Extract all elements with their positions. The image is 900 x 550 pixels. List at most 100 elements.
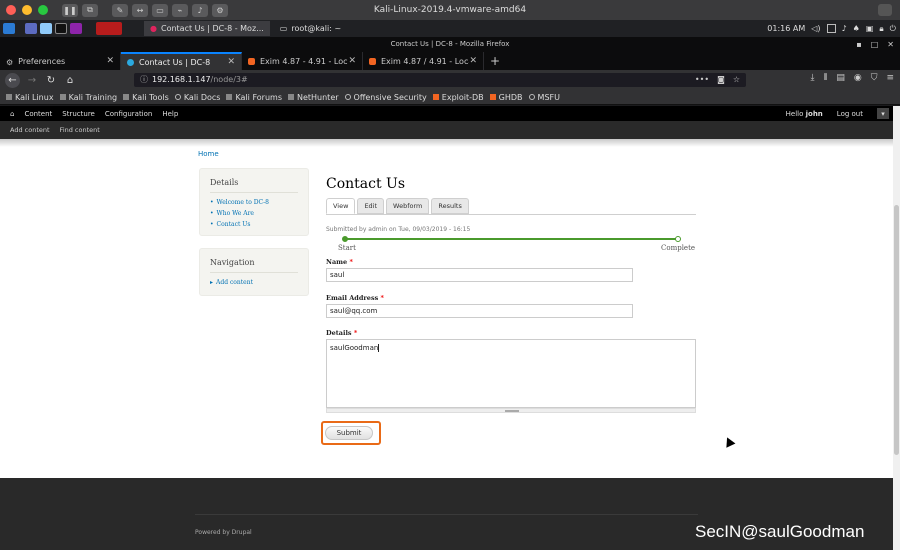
bookmark-exploit-db[interactable]: Exploit-DB bbox=[432, 93, 484, 102]
bookmark-star-icon[interactable]: ☆ bbox=[733, 73, 740, 87]
link-welcome[interactable]: • Welcome to DC-8 bbox=[210, 199, 308, 206]
forward-icon[interactable]: → bbox=[25, 73, 39, 87]
breadcrumb-home[interactable]: Home bbox=[198, 150, 219, 158]
tab-results[interactable]: Results bbox=[431, 198, 469, 214]
bookmark-kali-tools[interactable]: Kali Tools bbox=[123, 93, 169, 102]
bookmark-ghdb[interactable]: GHDB bbox=[489, 93, 523, 102]
home-icon[interactable]: ⌂ bbox=[10, 110, 14, 118]
pause-icon[interactable]: ❚❚ bbox=[62, 3, 78, 17]
close-icon[interactable]: ✕ bbox=[887, 37, 894, 52]
toolbar-help[interactable]: Help bbox=[162, 110, 178, 118]
globe-icon bbox=[528, 94, 535, 100]
details-textarea[interactable]: saulGoodman bbox=[326, 339, 696, 408]
minimize-window-button[interactable] bbox=[22, 5, 32, 15]
new-tab-icon[interactable]: + bbox=[490, 52, 500, 70]
kali-panel: ● Contact Us | DC-8 - Moz... ▭ root@kali… bbox=[0, 20, 900, 37]
text-cursor bbox=[378, 344, 380, 352]
toolbar-configuration[interactable]: Configuration bbox=[105, 110, 152, 118]
tab-view[interactable]: View bbox=[326, 198, 356, 214]
url-path: /node/3# bbox=[210, 75, 248, 84]
volume-icon[interactable]: ◁) bbox=[811, 24, 820, 33]
recording-icon[interactable] bbox=[96, 22, 122, 35]
logout-link[interactable]: Log out bbox=[837, 110, 863, 118]
network-icon[interactable]: ↔ bbox=[132, 3, 148, 17]
display-icon[interactable]: ▣ bbox=[866, 24, 874, 33]
lock-icon[interactable]: 🔒︎ bbox=[879, 24, 883, 34]
bookmark-kali-training[interactable]: Kali Training bbox=[59, 93, 117, 102]
maximize-window-button[interactable] bbox=[38, 5, 48, 15]
link-who-we-are[interactable]: • Who We Are bbox=[210, 210, 308, 217]
back-icon[interactable]: ← bbox=[5, 72, 20, 88]
kali-menu-icon[interactable] bbox=[3, 23, 15, 34]
close-tab-icon[interactable]: ✕ bbox=[469, 56, 477, 66]
footer-divider bbox=[195, 514, 698, 515]
link-contact-us[interactable]: • Contact Us bbox=[210, 221, 308, 228]
email-field[interactable]: saul@qq.com bbox=[326, 304, 633, 318]
clock[interactable]: 01:16 AM bbox=[767, 24, 805, 33]
fullscreen-icon[interactable] bbox=[878, 4, 892, 16]
required-mark: * bbox=[349, 258, 353, 266]
bookmark-kali-forums[interactable]: Kali Forums bbox=[226, 93, 282, 102]
settings-icon[interactable]: ⚙ bbox=[212, 3, 228, 17]
page-actions-icon[interactable]: ••• bbox=[695, 73, 709, 87]
snapshot-icon[interactable]: ⧉ bbox=[82, 3, 98, 17]
url-bar[interactable]: ⓘ 192.168.1.147/node/3# ••• ◙ ☆ bbox=[134, 73, 746, 87]
home-icon[interactable]: ⌂ bbox=[63, 73, 77, 87]
firefox-launcher-icon[interactable] bbox=[70, 23, 82, 34]
power-icon[interactable]: ⏻ bbox=[890, 24, 896, 34]
textarea-resize-grip[interactable] bbox=[326, 408, 696, 413]
disk-icon[interactable]: ▭ bbox=[152, 3, 168, 17]
workspace-icon[interactable] bbox=[826, 24, 836, 33]
bookmark-kali-docs[interactable]: Kali Docs bbox=[174, 93, 220, 102]
terminal-icon[interactable] bbox=[55, 23, 67, 34]
user-link[interactable]: john bbox=[806, 110, 823, 118]
toolbar-content[interactable]: Content bbox=[24, 110, 52, 118]
notification-icon[interactable]: ♪ bbox=[842, 24, 847, 33]
files-icon[interactable] bbox=[40, 23, 52, 34]
tab-edit[interactable]: Edit bbox=[357, 198, 385, 214]
bookmark-kali-linux[interactable]: Kali Linux bbox=[6, 93, 54, 102]
bell-icon[interactable]: ♠ bbox=[853, 24, 860, 33]
tab-exim-2[interactable]: Exim 4.87 / 4.91 - Local I ✕ bbox=[363, 52, 484, 70]
close-tab-icon[interactable]: ✕ bbox=[348, 56, 356, 66]
maximize-icon[interactable]: □ bbox=[871, 37, 879, 52]
close-tab-icon[interactable]: ✕ bbox=[227, 57, 235, 67]
task-terminal-label: root@kali: ~ bbox=[291, 24, 342, 33]
sound-icon[interactable]: ♪ bbox=[192, 3, 208, 17]
pocket-icon[interactable]: ◙ bbox=[717, 73, 725, 87]
close-tab-icon[interactable]: ✕ bbox=[106, 56, 114, 66]
bookmark-offensive-security[interactable]: Offensive Security bbox=[344, 93, 427, 102]
menu-icon[interactable]: ≡ bbox=[886, 73, 894, 83]
reload-icon[interactable]: ↻ bbox=[44, 73, 58, 87]
shield-icon[interactable]: ⛉ bbox=[871, 73, 878, 83]
bookmark-msfu[interactable]: MSFU bbox=[528, 93, 560, 102]
task-firefox[interactable]: ● Contact Us | DC-8 - Moz... bbox=[144, 21, 270, 36]
bullet-icon: • bbox=[210, 199, 214, 206]
toolbar-structure[interactable]: Structure bbox=[62, 110, 95, 118]
shortcuts-toggle-icon[interactable]: ▾ bbox=[877, 108, 889, 119]
link-add-content[interactable]: ▸ Add content bbox=[210, 279, 308, 286]
tab-webform[interactable]: Webform bbox=[386, 198, 430, 214]
download-icon[interactable]: ⤓ bbox=[811, 73, 815, 83]
nethunter-icon bbox=[287, 94, 294, 100]
close-window-button[interactable] bbox=[6, 5, 16, 15]
usb-icon[interactable]: ⌁ bbox=[172, 3, 188, 17]
account-icon[interactable]: ◉ bbox=[854, 73, 862, 83]
tools-icon[interactable]: ✎ bbox=[112, 3, 128, 17]
minimize-icon[interactable]: ▪ bbox=[856, 37, 861, 52]
bookmark-nethunter[interactable]: NetHunter bbox=[287, 93, 339, 102]
sidebar-icon[interactable]: ▤ bbox=[836, 73, 845, 83]
powered-by-drupal[interactable]: Powered by Drupal bbox=[195, 529, 252, 536]
tab-exim-1[interactable]: Exim 4.87 - 4.91 - Local I ✕ bbox=[242, 52, 363, 70]
submit-button[interactable]: Submit bbox=[325, 426, 373, 440]
info-icon[interactable]: ⓘ bbox=[140, 75, 148, 84]
name-field[interactable]: saul bbox=[326, 268, 633, 282]
tab-preferences[interactable]: ⚙ Preferences ✕ bbox=[0, 52, 121, 70]
shortcut-find-content[interactable]: Find content bbox=[60, 126, 100, 134]
tab-contact-us[interactable]: Contact Us | DC-8 ✕ bbox=[121, 52, 242, 70]
task-terminal[interactable]: ▭ root@kali: ~ bbox=[274, 21, 347, 36]
shortcut-add-content[interactable]: Add content bbox=[10, 126, 50, 134]
scrollbar-thumb[interactable] bbox=[894, 205, 899, 455]
desktop-icon[interactable] bbox=[25, 23, 37, 34]
library-icon[interactable]: ⫴ bbox=[824, 73, 828, 83]
